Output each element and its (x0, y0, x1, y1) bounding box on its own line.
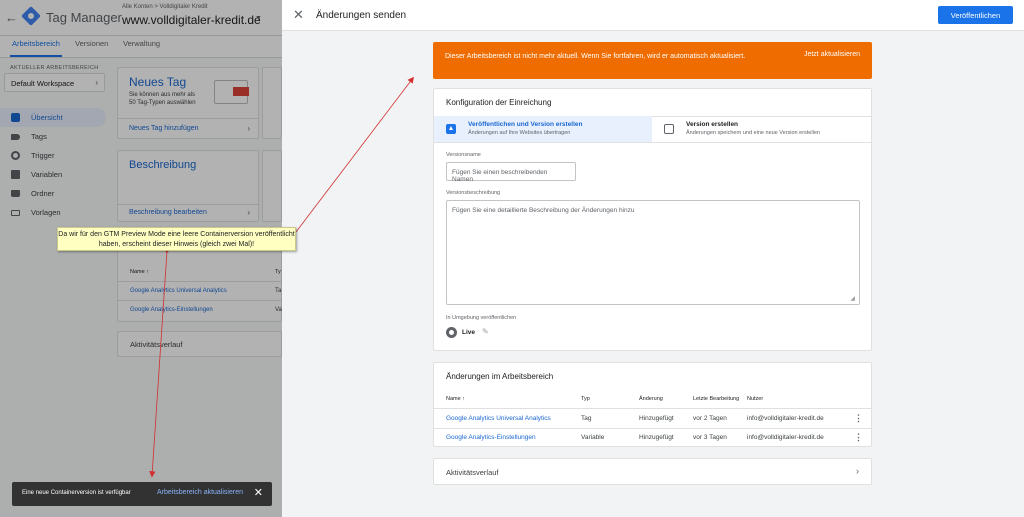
version-name-label: Versionsname (446, 152, 481, 158)
chevron-right-icon: › (856, 466, 859, 476)
table-row-name[interactable]: Google Analytics-Einstellungen (446, 434, 536, 441)
workspace-changes-card: Änderungen im Arbeitsbereich Name ↑ Typ … (433, 362, 872, 447)
table-row-change: Hinzugefügt (639, 415, 674, 422)
column-header-change[interactable]: Änderung (639, 396, 663, 402)
close-icon[interactable]: ✕ (254, 486, 263, 499)
annotation-callout: Da wir für den GTM Preview Mode eine lee… (57, 227, 296, 251)
environment-label: In Umgebung veröffentlichen (446, 315, 517, 321)
option-publish-and-create-version[interactable]: Veröffentlichen und Version erstellen Än… (434, 116, 652, 142)
table-row-last-edit: vor 3 Tagen (693, 434, 727, 441)
close-icon[interactable]: ✕ (293, 7, 304, 23)
submit-changes-panel: ✕ Änderungen senden Veröffentlichen Dies… (282, 0, 1024, 517)
option-subtitle: Änderungen speichern und eine neue Versi… (686, 130, 820, 136)
textarea-placeholder: Fügen Sie eine detaillierte Beschreibung… (452, 207, 635, 214)
table-row-last-edit: vor 2 Tagen (693, 415, 727, 422)
divider (434, 428, 871, 429)
version-description-textarea[interactable]: Fügen Sie eine detaillierte Beschreibung… (446, 200, 860, 305)
table-row-user: info@volldigitaler-kredit.de (747, 415, 824, 422)
option-subtitle: Änderungen auf Ihre Websites übertragen (468, 130, 571, 136)
snackbar: Eine neue Containerversion ist verfügbar… (12, 482, 272, 506)
resize-handle-icon[interactable]: ◢ (850, 295, 855, 302)
option-create-version[interactable]: Version erstellen Änderungen speichern u… (652, 116, 873, 142)
more-vert-icon[interactable]: ⋮ (854, 413, 863, 424)
publish-icon (446, 124, 456, 134)
outdated-workspace-warning: Dieser Arbeitsbereich ist nicht mehr akt… (433, 42, 872, 79)
publish-button[interactable]: Veröffentlichen (938, 6, 1013, 24)
config-title: Konfiguration der Einreichung (446, 98, 552, 107)
version-name-input[interactable]: Fügen Sie einen beschreibenden Namen (446, 162, 576, 183)
changes-title: Änderungen im Arbeitsbereich (446, 372, 554, 381)
panel-title: Änderungen senden (316, 10, 407, 21)
column-header-last-edit[interactable]: Letzte Bearbeitung (693, 396, 739, 402)
version-icon (664, 124, 674, 134)
option-title: Version erstellen (686, 121, 739, 128)
environment-icon (446, 327, 457, 338)
panel-header: ✕ Änderungen senden Veröffentlichen (282, 0, 1024, 31)
table-row-user: info@volldigitaler-kredit.de (747, 434, 824, 441)
modal-scrim[interactable] (0, 0, 282, 517)
table-row-type: Variable (581, 434, 605, 441)
table-row-change: Hinzugefügt (639, 434, 674, 441)
warning-text: Dieser Arbeitsbereich ist nicht mehr akt… (445, 53, 746, 60)
divider (434, 142, 871, 143)
column-header-name[interactable]: Name ↑ (446, 396, 465, 402)
divider (434, 408, 871, 409)
submission-config-card: Konfiguration der Einreichung Veröffentl… (433, 88, 872, 351)
snackbar-message: Eine neue Containerversion ist verfügbar (22, 490, 131, 496)
update-now-button[interactable]: Jetzt aktualisieren (804, 51, 860, 58)
version-description-label: Versionsbeschreibung (446, 190, 501, 196)
background-app: ← Tag Manager Alle Konten > Volldigitale… (0, 0, 282, 517)
column-header-type[interactable]: Typ (581, 396, 590, 402)
activity-card[interactable]: Aktivitätsverlauf › (433, 458, 872, 485)
more-vert-icon[interactable]: ⋮ (854, 432, 863, 443)
pencil-icon[interactable]: ✎ (482, 327, 489, 336)
table-row-name[interactable]: Google Analytics Universal Analytics (446, 415, 551, 422)
activity-title: Aktivitätsverlauf (446, 468, 499, 477)
option-title: Veröffentlichen und Version erstellen (468, 121, 583, 128)
column-header-user[interactable]: Nutzer (747, 396, 763, 402)
environment-name: Live (462, 329, 476, 336)
table-row-type: Tag (581, 415, 592, 422)
update-workspace-button[interactable]: Arbeitsbereich aktualisieren (157, 489, 282, 516)
